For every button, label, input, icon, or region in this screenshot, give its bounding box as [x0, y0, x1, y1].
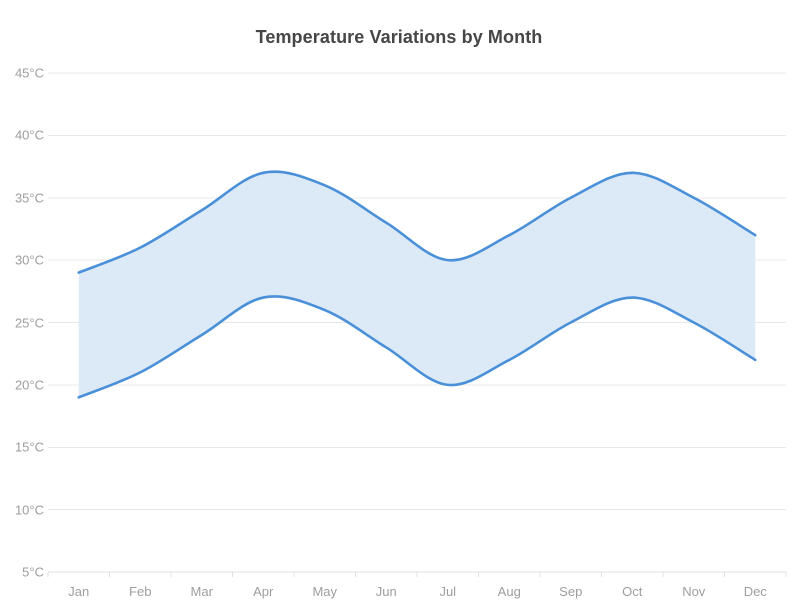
x-axis-tick-label: Dec	[743, 584, 767, 599]
x-axis-tick-label: Feb	[129, 584, 152, 599]
x-axis-tick-label: Oct	[622, 584, 643, 599]
temperature-range-chart: Temperature Variations by Month 45°C 40°C…	[0, 0, 798, 615]
x-axis-tick-label: Aug	[497, 584, 521, 599]
temperature-band-area	[78, 171, 756, 398]
y-axis-tick-label: 5°C	[22, 564, 44, 580]
y-axis-tick-label: 25°C	[14, 315, 44, 330]
x-axis-line-and-ticks	[47, 571, 787, 577]
x-axis-tick-label: Jul	[439, 584, 457, 599]
x-axis-tick-label: Mar	[190, 584, 213, 599]
y-axis-tick-label: 45°C	[14, 65, 44, 81]
x-axis-tick-label: Nov	[682, 584, 706, 599]
y-axis-tick-label: 35°C	[14, 190, 44, 206]
y-axis-tick-label: 10°C	[14, 502, 44, 518]
x-axis-tick-label: Jun	[375, 584, 397, 599]
y-axis-tick-label: 40°C	[14, 127, 44, 143]
x-axis-tick-label: May	[312, 584, 338, 599]
y-axis-tick-label: 30°C	[14, 252, 44, 268]
x-axis-tick-label: Apr	[253, 584, 274, 599]
y-axis-tick-label: 20°C	[14, 377, 44, 393]
chart-plot-area	[47, 72, 787, 577]
range-band-fill	[78, 171, 756, 398]
x-axis-tick-label: Jan	[68, 584, 90, 599]
x-axis-tick-label: Sep	[559, 584, 583, 599]
y-axis-tick-label: 15°C	[14, 439, 44, 455]
